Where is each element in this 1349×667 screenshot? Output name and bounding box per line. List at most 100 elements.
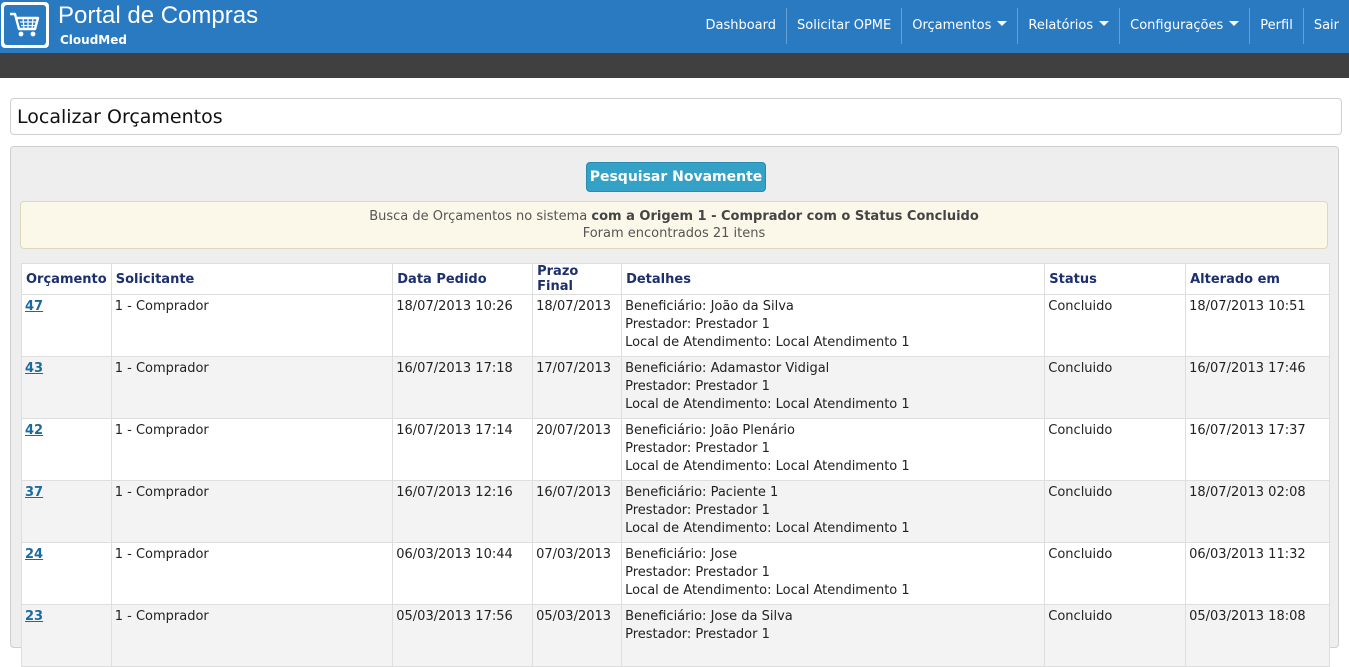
results-panel: Pesquisar Novamente Busca de Orçamentos …: [10, 146, 1339, 667]
detail-prestador: Prestador: Prestador 1: [625, 441, 770, 456]
nav-perfil[interactable]: Perfil: [1249, 8, 1303, 44]
shopping-cart-icon: [10, 12, 40, 37]
search-criteria-prefix: Busca de Orçamentos no sistema: [369, 209, 588, 224]
cell-alterado-em: 16/07/2013 17:37: [1185, 418, 1330, 481]
main-nav: Dashboard Solicitar OPME Orçamentos Rela…: [695, 8, 1349, 44]
cell-status: Concluido: [1044, 418, 1187, 481]
cell-orcamento: 43: [21, 356, 112, 419]
cell-detalhes: Beneficiário: Adamastor Vidigal Prestado…: [621, 356, 1046, 419]
logo[interactable]: [1, 2, 49, 48]
detail-local: Local de Atendimento: Local Atendimento …: [625, 397, 910, 412]
cell-alterado-em: 18/07/2013 02:08: [1185, 480, 1330, 543]
cell-status: Concluido: [1044, 604, 1187, 667]
cell-status: Concluido: [1044, 480, 1187, 543]
detail-beneficiario: Beneficiário: Jose da Silva: [625, 609, 793, 624]
nav-perfil-label: Perfil: [1260, 18, 1293, 33]
nav-sair[interactable]: Sair: [1302, 8, 1349, 44]
col-header-status[interactable]: Status: [1044, 263, 1187, 295]
cell-detalhes: Beneficiário: João Plenário Prestador: P…: [621, 418, 1046, 481]
table-row: 24 1 - Comprador 06/03/2013 10:44 07/03/…: [21, 542, 1330, 605]
col-header-orcamento[interactable]: Orçamento: [21, 263, 112, 295]
cell-data-pedido: 06/03/2013 10:44: [392, 542, 534, 605]
cell-status: Concluido: [1044, 356, 1187, 419]
detail-beneficiario: Beneficiário: Jose: [625, 547, 738, 562]
cell-prazo-final: 07/03/2013: [532, 542, 623, 605]
col-header-prazo-final[interactable]: Prazo Final: [532, 263, 623, 295]
table-row: 23 1 - Comprador 05/03/2013 17:56 05/03/…: [21, 604, 1330, 667]
table-row: 37 1 - Comprador 16/07/2013 12:16 16/07/…: [21, 480, 1330, 543]
results-table: Orçamento Solicitante Data Pedido Prazo …: [21, 263, 1330, 667]
orcamento-link[interactable]: 42: [25, 423, 43, 438]
table-header-row: Orçamento Solicitante Data Pedido Prazo …: [21, 263, 1330, 295]
detail-prestador: Prestador: Prestador 1: [625, 503, 770, 518]
col-header-solicitante[interactable]: Solicitante: [110, 263, 394, 295]
table-row: 47 1 - Comprador 18/07/2013 10:26 18/07/…: [21, 294, 1330, 357]
top-navbar: Portal de Compras CloudMed Dashboard Sol…: [0, 0, 1349, 53]
cell-alterado-em: 05/03/2013 18:08: [1185, 604, 1330, 667]
cell-prazo-final: 18/07/2013: [532, 294, 623, 357]
detail-prestador: Prestador: Prestador 1: [625, 627, 770, 642]
nav-solicitar-opme-label: Solicitar OPME: [797, 18, 892, 33]
cell-data-pedido: 16/07/2013 17:18: [392, 356, 534, 419]
cell-prazo-final: 20/07/2013: [532, 418, 623, 481]
detail-local: Local de Atendimento: Local Atendimento …: [625, 335, 910, 350]
cell-solicitante: 1 - Comprador: [110, 542, 394, 605]
result-count: Foram encontrados 21 itens: [582, 226, 766, 241]
caret-down-icon: [1229, 21, 1240, 26]
cell-prazo-final: 05/03/2013: [532, 604, 623, 667]
cell-orcamento: 37: [21, 480, 112, 543]
nav-configuracoes[interactable]: Configurações: [1119, 8, 1249, 44]
orcamento-link[interactable]: 47: [25, 299, 43, 314]
cell-alterado-em: 18/07/2013 10:51: [1185, 294, 1330, 357]
nav-relatorios-label: Relatórios: [1028, 18, 1094, 33]
cell-orcamento: 24: [21, 542, 112, 605]
cell-solicitante: 1 - Comprador: [110, 356, 394, 419]
nav-sair-label: Sair: [1313, 18, 1339, 33]
cell-detalhes: Beneficiário: Jose Prestador: Prestador …: [621, 542, 1046, 605]
detail-local: Local de Atendimento: Local Atendimento …: [625, 583, 910, 598]
col-header-alterado-em[interactable]: Alterado em: [1185, 263, 1330, 295]
orcamento-link[interactable]: 43: [25, 361, 43, 376]
nav-orcamentos-label: Orçamentos: [912, 18, 992, 33]
orcamento-link[interactable]: 37: [25, 485, 43, 500]
nav-dashboard[interactable]: Dashboard: [695, 8, 786, 44]
detail-beneficiario: Beneficiário: João Plenário: [625, 423, 795, 438]
cell-data-pedido: 05/03/2013 17:56: [392, 604, 534, 667]
cell-orcamento: 42: [21, 418, 112, 481]
orcamento-link[interactable]: 23: [25, 609, 43, 624]
caret-down-icon: [1099, 21, 1110, 26]
search-again-button[interactable]: Pesquisar Novamente: [586, 162, 766, 192]
detail-local: Local de Atendimento: Local Atendimento …: [625, 459, 910, 474]
search-criteria-value: com a Origem 1 - Comprador com o Status …: [591, 209, 979, 224]
nav-solicitar-opme[interactable]: Solicitar OPME: [786, 8, 901, 44]
sub-navbar: [0, 53, 1349, 78]
cell-data-pedido: 16/07/2013 12:16: [392, 480, 534, 543]
cell-detalhes: Beneficiário: João da Silva Prestador: P…: [621, 294, 1046, 357]
cell-solicitante: 1 - Comprador: [110, 604, 394, 667]
cell-orcamento: 47: [21, 294, 112, 357]
orcamento-link[interactable]: 24: [25, 547, 43, 562]
cell-solicitante: 1 - Comprador: [110, 294, 394, 357]
detail-beneficiario: Beneficiário: João da Silva: [625, 299, 794, 314]
page-header: Localizar Orçamentos: [10, 98, 1342, 135]
cell-data-pedido: 16/07/2013 17:14: [392, 418, 534, 481]
detail-local: Local de Atendimento: Local Atendimento …: [625, 521, 910, 536]
nav-orcamentos[interactable]: Orçamentos: [901, 8, 1017, 44]
detail-beneficiario: Beneficiário: Adamastor Vidigal: [625, 361, 830, 376]
table-row: 43 1 - Comprador 16/07/2013 17:18 17/07/…: [21, 356, 1330, 419]
detail-prestador: Prestador: Prestador 1: [625, 565, 770, 580]
cell-detalhes: Beneficiário: Paciente 1 Prestador: Pres…: [621, 480, 1046, 543]
nav-relatorios[interactable]: Relatórios: [1017, 8, 1119, 44]
detail-prestador: Prestador: Prestador 1: [625, 317, 770, 332]
cell-status: Concluido: [1044, 294, 1187, 357]
nav-dashboard-label: Dashboard: [705, 18, 776, 33]
cell-solicitante: 1 - Comprador: [110, 418, 394, 481]
search-criteria-line: Busca de Orçamentos no sistema com a Ori…: [21, 209, 1327, 225]
nav-configuracoes-label: Configurações: [1130, 18, 1224, 33]
brand-title[interactable]: Portal de Compras: [58, 1, 258, 31]
col-header-detalhes[interactable]: Detalhes: [621, 263, 1046, 295]
cell-alterado-em: 06/03/2013 11:32: [1185, 542, 1330, 605]
table-row: 42 1 - Comprador 16/07/2013 17:14 20/07/…: [21, 418, 1330, 481]
col-header-data-pedido[interactable]: Data Pedido: [392, 263, 534, 295]
caret-down-icon: [997, 21, 1008, 26]
